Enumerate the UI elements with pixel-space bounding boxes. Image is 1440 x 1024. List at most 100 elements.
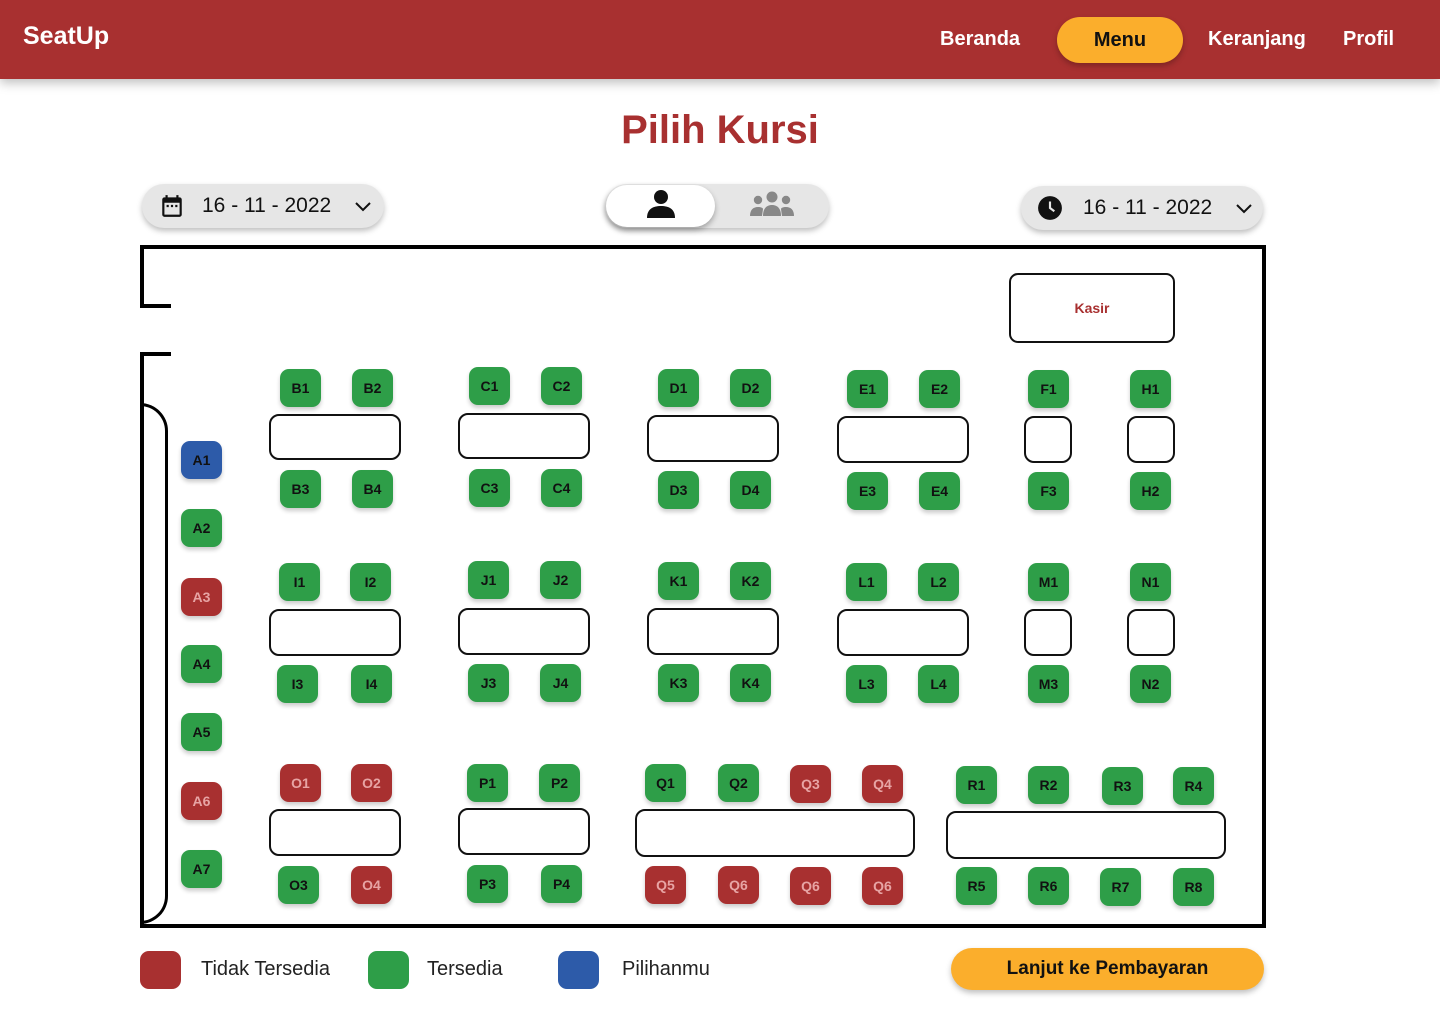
seat-p2[interactable]: P2 bbox=[539, 764, 580, 802]
group-icon bbox=[747, 190, 797, 223]
seat-b3[interactable]: B3 bbox=[280, 470, 321, 508]
seat-q4: Q4 bbox=[862, 765, 903, 803]
seat-i1[interactable]: I1 bbox=[279, 563, 320, 601]
legend-unavailable-label: Tidak Tersedia bbox=[201, 958, 330, 980]
seat-a7[interactable]: A7 bbox=[181, 850, 222, 888]
seat-i3[interactable]: I3 bbox=[277, 665, 318, 703]
table-d bbox=[647, 415, 779, 462]
table-p bbox=[458, 808, 590, 855]
seat-f3[interactable]: F3 bbox=[1028, 472, 1069, 510]
seat-o2: O2 bbox=[351, 764, 392, 802]
seat-p1[interactable]: P1 bbox=[467, 764, 508, 802]
chevron-down-icon bbox=[353, 196, 373, 216]
seat-r5[interactable]: R5 bbox=[956, 867, 997, 905]
seat-r1[interactable]: R1 bbox=[956, 766, 997, 804]
seat-a2[interactable]: A2 bbox=[181, 509, 222, 547]
seat-n2[interactable]: N2 bbox=[1130, 665, 1171, 703]
seat-q1[interactable]: Q1 bbox=[645, 764, 686, 802]
seat-r4[interactable]: R4 bbox=[1173, 767, 1214, 805]
seat-o4: O4 bbox=[351, 866, 392, 904]
seat-d1[interactable]: D1 bbox=[658, 369, 699, 407]
top-navbar: SeatUp Beranda Menu Keranjang Profil bbox=[0, 0, 1440, 79]
seat-j3[interactable]: J3 bbox=[468, 664, 509, 702]
seat-i2[interactable]: I2 bbox=[350, 563, 391, 601]
seat-q2[interactable]: Q2 bbox=[718, 764, 759, 802]
time-picker[interactable]: 16 - 11 - 2022 bbox=[1021, 186, 1263, 230]
seat-k3[interactable]: K3 bbox=[658, 664, 699, 702]
seat-c4[interactable]: C4 bbox=[541, 469, 582, 507]
seat-r3[interactable]: R3 bbox=[1102, 767, 1143, 805]
seat-h2[interactable]: H2 bbox=[1130, 472, 1171, 510]
seat-l4[interactable]: L4 bbox=[918, 665, 959, 703]
seat-p3[interactable]: P3 bbox=[467, 865, 508, 903]
time-value: 16 - 11 - 2022 bbox=[1083, 196, 1213, 219]
seat-m1[interactable]: M1 bbox=[1028, 563, 1069, 601]
seat-j2[interactable]: J2 bbox=[540, 561, 581, 599]
seat-a6: A6 bbox=[181, 782, 222, 820]
seat-f1[interactable]: F1 bbox=[1028, 370, 1069, 408]
seat-q6: Q6 bbox=[718, 866, 759, 904]
table-k bbox=[647, 608, 779, 655]
chevron-down-icon bbox=[1234, 198, 1254, 218]
seat-c3[interactable]: C3 bbox=[469, 469, 510, 507]
nav-profile-link[interactable]: Profil bbox=[1343, 0, 1394, 79]
group-seat-option[interactable] bbox=[717, 185, 827, 227]
seat-p4[interactable]: P4 bbox=[541, 865, 582, 903]
legend-unavailable-swatch bbox=[140, 951, 181, 989]
seat-l2[interactable]: L2 bbox=[918, 563, 959, 601]
table-i bbox=[269, 609, 401, 656]
seat-j1[interactable]: J1 bbox=[468, 561, 509, 599]
seat-l3[interactable]: L3 bbox=[846, 665, 887, 703]
nav-home-link[interactable]: Beranda bbox=[940, 0, 1020, 79]
bench-sofa bbox=[140, 403, 168, 924]
seat-m3[interactable]: M3 bbox=[1028, 665, 1069, 703]
table-b bbox=[269, 414, 401, 460]
seat-d3[interactable]: D3 bbox=[658, 471, 699, 509]
nav-cart-link[interactable]: Keranjang bbox=[1208, 0, 1306, 79]
seat-k2[interactable]: K2 bbox=[730, 562, 771, 600]
seat-r2[interactable]: R2 bbox=[1028, 766, 1069, 804]
nav-menu-link[interactable]: Menu bbox=[1057, 17, 1183, 63]
seat-o1: O1 bbox=[280, 764, 321, 802]
seat-k1[interactable]: K1 bbox=[658, 562, 699, 600]
seat-j4[interactable]: J4 bbox=[540, 664, 581, 702]
table-c bbox=[458, 413, 590, 459]
checkout-button[interactable]: Lanjut ke Pembayaran bbox=[951, 948, 1264, 990]
date-picker[interactable]: 16 - 11 - 2022 bbox=[142, 184, 384, 228]
wall-left-upper bbox=[140, 245, 144, 308]
seat-e4[interactable]: E4 bbox=[919, 472, 960, 510]
seat-d4[interactable]: D4 bbox=[730, 471, 771, 509]
seat-n1[interactable]: N1 bbox=[1130, 563, 1171, 601]
seat-b2[interactable]: B2 bbox=[352, 369, 393, 407]
table-h bbox=[1127, 416, 1175, 463]
table-l bbox=[837, 609, 969, 656]
table-f bbox=[1024, 416, 1072, 463]
seat-o3[interactable]: O3 bbox=[278, 866, 319, 904]
seat-d2[interactable]: D2 bbox=[730, 369, 771, 407]
date-value: 16 - 11 - 2022 bbox=[202, 194, 332, 217]
seat-l1[interactable]: L1 bbox=[846, 563, 887, 601]
seat-r7[interactable]: R7 bbox=[1100, 868, 1141, 906]
seat-b4[interactable]: B4 bbox=[352, 470, 393, 508]
table-n bbox=[1127, 609, 1175, 656]
wall-bottom bbox=[140, 924, 1266, 928]
seat-a5[interactable]: A5 bbox=[181, 713, 222, 751]
wall-top bbox=[140, 245, 1266, 249]
seat-b1[interactable]: B1 bbox=[280, 369, 321, 407]
seat-a1[interactable]: A1 bbox=[181, 441, 222, 479]
app-logo[interactable]: SeatUp bbox=[23, 22, 109, 51]
seat-e2[interactable]: E2 bbox=[919, 370, 960, 408]
seat-r8[interactable]: R8 bbox=[1173, 868, 1214, 906]
seat-i4[interactable]: I4 bbox=[351, 665, 392, 703]
seat-k4[interactable]: K4 bbox=[730, 664, 771, 702]
seat-c1[interactable]: C1 bbox=[469, 367, 510, 405]
seat-e1[interactable]: E1 bbox=[847, 370, 888, 408]
seat-e3[interactable]: E3 bbox=[847, 472, 888, 510]
seat-h1[interactable]: H1 bbox=[1130, 370, 1171, 408]
seat-c2[interactable]: C2 bbox=[541, 367, 582, 405]
seat-r6[interactable]: R6 bbox=[1028, 867, 1069, 905]
legend-selected-label: Pilihanmu bbox=[622, 958, 710, 980]
table-j bbox=[458, 608, 590, 655]
single-seat-option[interactable] bbox=[606, 185, 715, 227]
seat-a4[interactable]: A4 bbox=[181, 645, 222, 683]
